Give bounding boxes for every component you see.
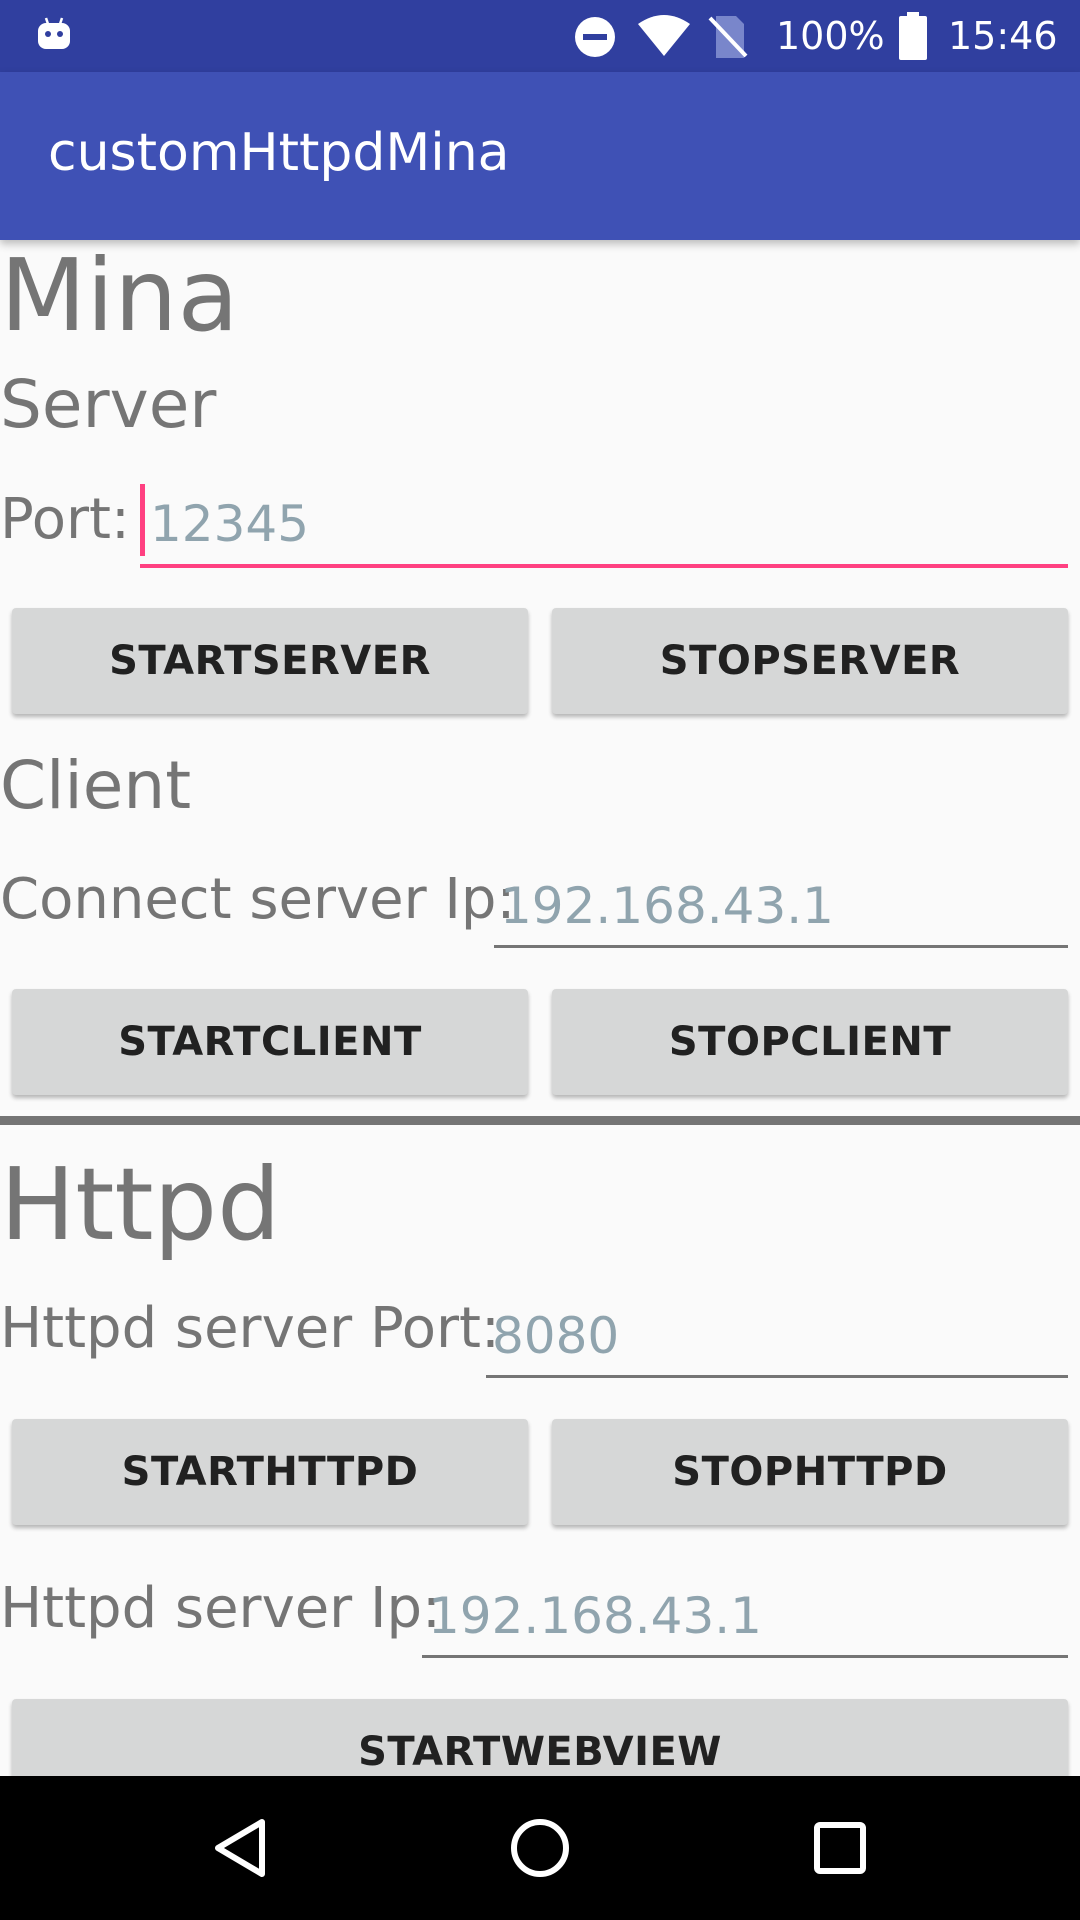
home-icon[interactable] — [500, 1808, 580, 1888]
no-sim-icon — [708, 16, 748, 58]
back-icon[interactable] — [200, 1808, 280, 1888]
client-heading: Client — [0, 747, 192, 824]
recents-icon[interactable] — [800, 1808, 880, 1888]
connect-server-ip-input[interactable]: 192.168.43.1 — [494, 866, 1068, 948]
start-httpd-button[interactable]: STARTHTTPD — [12, 1419, 528, 1525]
connect-server-ip-label: Connect server Ip: — [0, 867, 516, 932]
start-webview-button[interactable]: STARTWEBVIEW — [12, 1699, 1068, 1776]
do-not-disturb-icon — [575, 17, 615, 57]
start-server-button[interactable]: STARTSERVER — [12, 608, 528, 714]
start-client-button[interactable]: STARTCLIENT — [12, 989, 528, 1095]
stop-httpd-button[interactable]: STOPHTTPD — [552, 1419, 1068, 1525]
app-title: customHttpdMina — [48, 123, 510, 183]
httpd-server-ip-label: Httpd server Ip: — [0, 1576, 441, 1641]
server-port-hint: 12345 — [150, 495, 310, 553]
server-heading: Server — [0, 366, 217, 443]
clock: 15:46 — [948, 14, 1058, 58]
port-label: Port: — [0, 487, 130, 552]
android-debug-icon — [38, 17, 70, 49]
httpd-section-title: Httpd — [0, 1146, 281, 1263]
httpd-server-ip-hint: 192.168.43.1 — [428, 1587, 762, 1645]
server-port-input[interactable]: 12345 — [140, 484, 1068, 568]
navigation-bar — [0, 1776, 1080, 1920]
battery-icon — [899, 12, 927, 60]
stop-server-button[interactable]: STOPSERVER — [552, 608, 1068, 714]
status-bar: 100% 15:46 — [0, 0, 1080, 72]
httpd-port-hint: 8080 — [492, 1307, 620, 1365]
app-bar: customHttpdMina — [0, 72, 1080, 240]
httpd-port-label: Httpd server Port: — [0, 1296, 500, 1361]
httpd-port-input[interactable]: 8080 — [486, 1296, 1068, 1378]
httpd-server-ip-input[interactable]: 192.168.43.1 — [422, 1576, 1068, 1658]
connect-server-ip-hint: 192.168.43.1 — [500, 877, 834, 935]
section-divider — [0, 1116, 1080, 1125]
wifi-icon — [638, 15, 690, 56]
text-cursor — [140, 484, 145, 556]
mina-section-title: Mina — [0, 240, 239, 354]
stop-client-button[interactable]: STOPCLIENT — [552, 989, 1068, 1095]
battery-percentage: 100% — [776, 14, 885, 58]
main-content[interactable]: Mina Server Port: 12345 STARTSERVER STOP… — [0, 240, 1080, 1776]
